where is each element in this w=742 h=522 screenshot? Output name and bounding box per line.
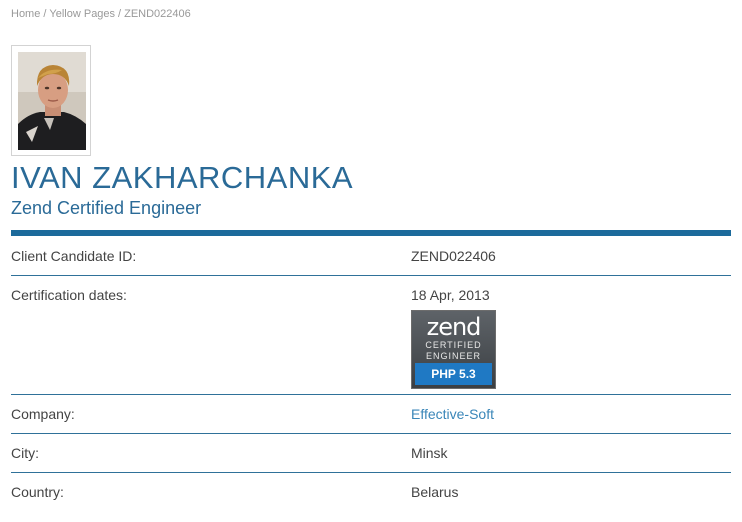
city-value: Minsk (411, 445, 448, 461)
badge-line-engineer: ENGINEER (425, 351, 481, 361)
city-row: City: Minsk (11, 445, 731, 473)
profile-name: IVAN ZAKHARCHANKA (11, 160, 354, 195)
profile-photo-frame (11, 45, 91, 156)
profile-photo (18, 52, 86, 150)
city-label: City: (11, 445, 39, 461)
breadcrumb-separator: / (118, 8, 122, 20)
breadcrumb-current: ZEND022406 (124, 8, 191, 20)
breadcrumb: Home / Yellow Pages / ZEND022406 (11, 8, 191, 20)
country-row: Country: Belarus (11, 484, 731, 511)
breadcrumb-separator: / (43, 8, 47, 20)
candidate-id-label: Client Candidate ID: (11, 248, 137, 264)
country-label: Country: (11, 484, 64, 500)
candidate-id-row: Client Candidate ID: ZEND022406 (11, 248, 731, 276)
candidate-id-value: ZEND022406 (411, 248, 496, 264)
badge-php-version: PHP 5.3 (415, 363, 492, 385)
header-divider (11, 230, 731, 236)
company-row: Company: Effective-Soft (11, 406, 731, 434)
breadcrumb-yellow-pages-link[interactable]: Yellow Pages (49, 8, 115, 20)
zend-certified-badge: zend CERTIFIED ENGINEER PHP 5.3 (411, 310, 496, 389)
person-photo-illustration (18, 52, 86, 150)
badge-line-certified: CERTIFIED (425, 340, 482, 350)
certification-date-value: 18 Apr, 2013 (411, 287, 490, 303)
profile-title: Zend Certified Engineer (11, 198, 202, 218)
certification-dates-row: Certification dates: 18 Apr, 2013 zend C… (11, 287, 731, 395)
company-link[interactable]: Effective-Soft (411, 406, 494, 422)
country-value: Belarus (411, 484, 459, 500)
breadcrumb-home-link[interactable]: Home (11, 8, 40, 20)
badge-brand: zend (426, 313, 482, 341)
company-label: Company: (11, 406, 75, 422)
certification-dates-label: Certification dates: (11, 287, 127, 303)
